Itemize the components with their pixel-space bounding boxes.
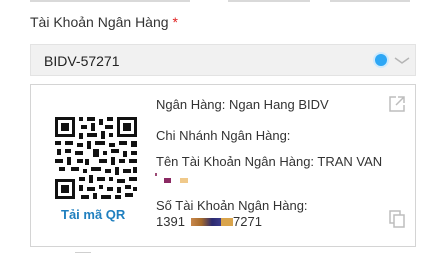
account-number-end: 7271: [233, 214, 262, 229]
account-number-start: 1391: [156, 214, 185, 229]
divider: [228, 0, 310, 2]
chevron-down-icon[interactable]: [393, 53, 411, 67]
copy-icon[interactable]: [388, 209, 406, 229]
qr-code: [53, 115, 139, 201]
external-link-icon[interactable]: [388, 95, 406, 113]
bank-account-label: Tài Khoản Ngân Hàng *: [30, 14, 178, 30]
redaction-mark: [155, 173, 157, 176]
redaction-mark: [164, 178, 171, 183]
account-number-label: Số Tài Khoản Ngân Hàng:: [156, 198, 308, 213]
selected-account: BIDV-57271: [44, 53, 120, 69]
bank-account-card: Tải mã QR Ngân Hàng: Ngan Hang BIDV Chi …: [30, 84, 416, 247]
download-qr-link[interactable]: Tải mã QR: [61, 207, 125, 222]
divider: [75, 252, 91, 253]
divider: [30, 0, 190, 2]
branch-line: Chi Nhánh Ngân Hàng:: [156, 128, 291, 143]
bank-name-line: Ngân Hàng: Ngan Hang BIDV: [156, 97, 329, 112]
required-mark: *: [172, 14, 178, 30]
status-dot-icon: [375, 54, 387, 66]
bank-account-select[interactable]: BIDV-57271: [30, 44, 416, 76]
account-number-masked: [191, 218, 221, 226]
redaction-mark: [180, 178, 188, 183]
divider: [330, 0, 410, 2]
account-holder-line: Tên Tài Khoản Ngân Hàng: TRAN VAN: [156, 154, 383, 169]
bank-account-label-text: Tài Khoản Ngân Hàng: [30, 14, 169, 30]
account-number-masked: [221, 218, 233, 226]
